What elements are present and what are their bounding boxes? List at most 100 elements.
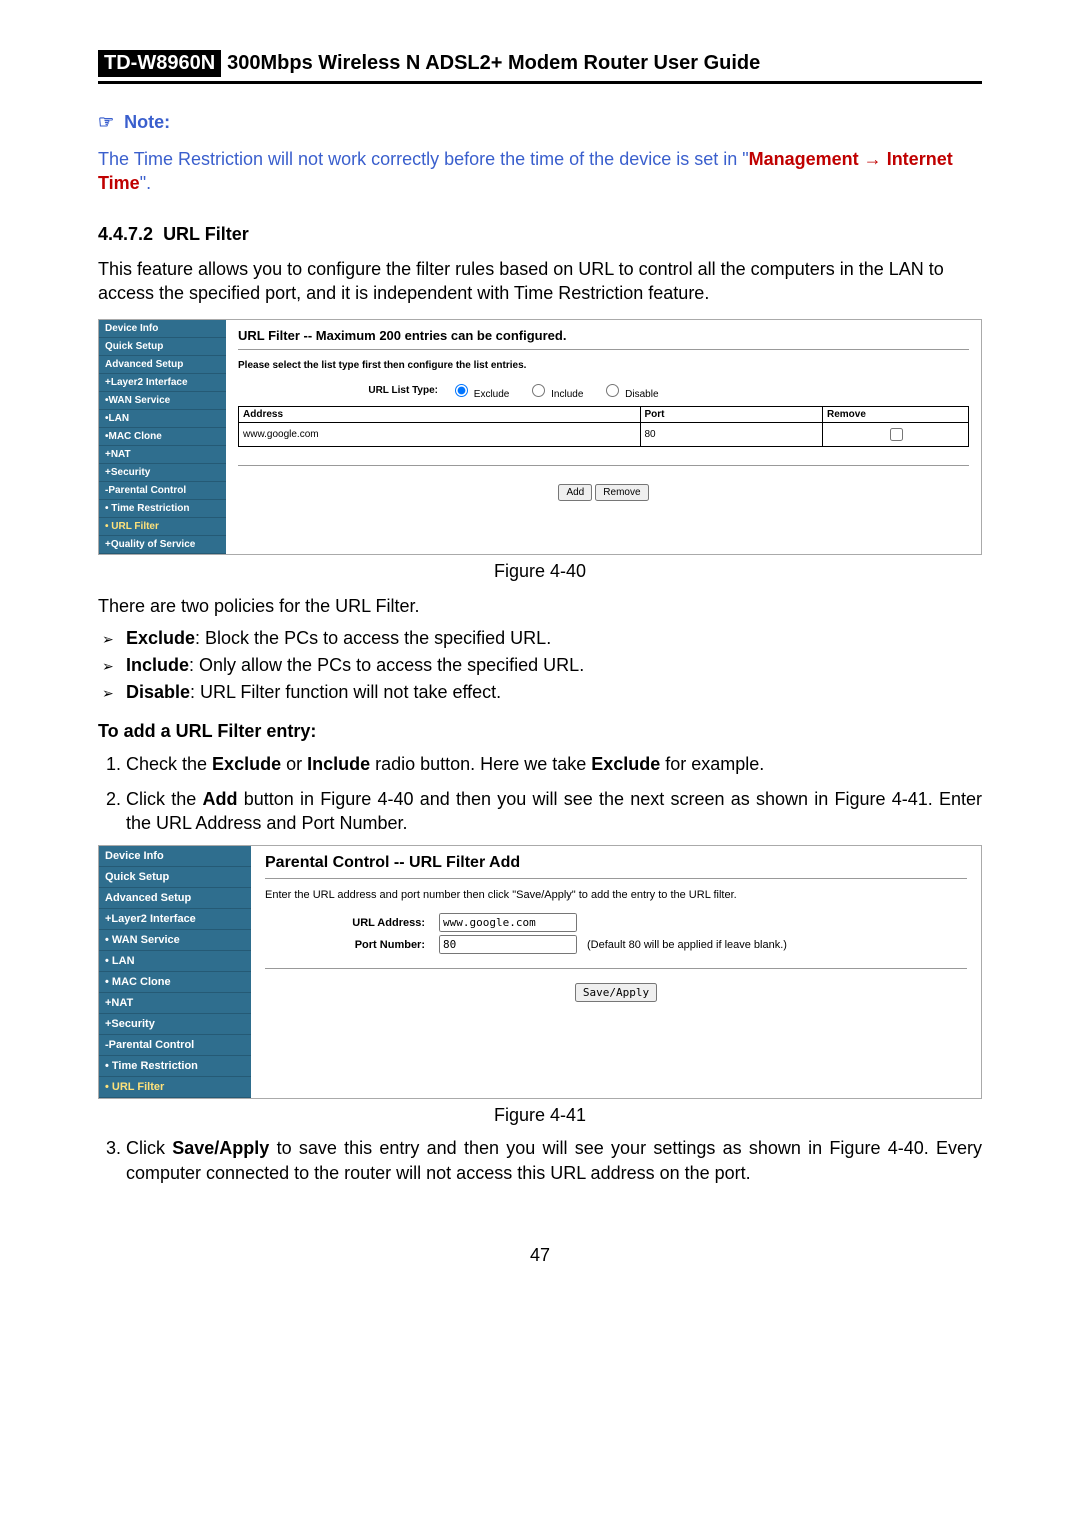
policy-desc: : URL Filter function will not take effe… xyxy=(190,682,501,702)
page: TD-W8960N 300Mbps Wireless N ADSL2+ Mode… xyxy=(0,0,1080,1326)
url-filter-table: Address Port Remove www.google.com 80 xyxy=(238,406,969,447)
t: or xyxy=(281,754,307,774)
note-prefix: The Time Restriction will not work corre… xyxy=(98,149,749,169)
port-number-input[interactable] xyxy=(439,935,577,954)
cell-port: 80 xyxy=(640,423,823,447)
sidebar-item[interactable]: +Security xyxy=(99,464,226,482)
policies-intro: There are two policies for the URL Filte… xyxy=(98,594,982,618)
sidebar-item[interactable]: Advanced Setup xyxy=(99,888,251,909)
row-remove-checkbox[interactable] xyxy=(890,428,903,441)
sidebar-item[interactable]: Device Info xyxy=(99,846,251,867)
divider xyxy=(238,349,969,350)
list-type-label: URL List Type: xyxy=(238,385,450,396)
steps-list-cont: Click Save/Apply to save this entry and … xyxy=(98,1136,982,1185)
save-apply-button[interactable]: Save/Apply xyxy=(575,983,657,1002)
note-text: The Time Restriction will not work corre… xyxy=(98,147,982,196)
t: Add xyxy=(202,789,237,809)
col-port: Port xyxy=(640,407,823,423)
sidebar-item[interactable]: Quick Setup xyxy=(99,867,251,888)
panel-title: URL Filter -- Maximum 200 entries can be… xyxy=(238,328,969,343)
sidebar-item[interactable]: • WAN Service xyxy=(99,930,251,951)
panel-instruction: Please select the list type first then c… xyxy=(238,360,969,371)
list-item: Exclude: Block the PCs to access the spe… xyxy=(126,628,982,649)
sidebar-item[interactable]: +NAT xyxy=(99,993,251,1014)
sidebar-item[interactable]: •LAN xyxy=(99,410,226,428)
panel-title: Parental Control -- URL Filter Add xyxy=(265,854,967,872)
note-label: Note: xyxy=(124,112,170,132)
t: button in Figure 4-40 and then you will … xyxy=(126,789,982,833)
router-sidebar: Device Info Quick Setup Advanced Setup +… xyxy=(99,846,251,1098)
sidebar-item[interactable]: •WAN Service xyxy=(99,392,226,410)
model-badge: TD-W8960N xyxy=(98,50,221,77)
button-row: Add Remove xyxy=(238,484,969,501)
note-heading: ☞ Note: xyxy=(98,112,982,133)
add-button[interactable]: Add xyxy=(558,484,592,501)
port-hint: (Default 80 will be applied if leave bla… xyxy=(587,939,787,951)
sidebar-item[interactable]: +NAT xyxy=(99,446,226,464)
policies-list: Exclude: Block the PCs to access the spe… xyxy=(98,628,982,703)
sidebar-item[interactable]: • MAC Clone xyxy=(99,972,251,993)
radio-exclude-input[interactable] xyxy=(455,384,468,397)
section-heading: 4.4.7.2 URL Filter xyxy=(98,224,982,245)
t: for example. xyxy=(660,754,764,774)
divider xyxy=(265,878,967,879)
step-1: Check the Exclude or Include radio butto… xyxy=(126,752,982,776)
sidebar-item-url-filter[interactable]: • URL Filter xyxy=(99,1077,251,1098)
radio-include-input[interactable] xyxy=(532,384,545,397)
sidebar-item[interactable]: • Time Restriction xyxy=(99,500,226,518)
sidebar-item[interactable]: +Security xyxy=(99,1014,251,1035)
intro-text: This feature allows you to configure the… xyxy=(98,257,982,306)
radio-disable-input[interactable] xyxy=(606,384,619,397)
sidebar-item[interactable]: -Parental Control xyxy=(99,1035,251,1056)
sidebar-item[interactable]: • Time Restriction xyxy=(99,1056,251,1077)
router-main-panel: Parental Control -- URL Filter Add Enter… xyxy=(251,846,981,1098)
cell-address: www.google.com xyxy=(239,423,641,447)
port-number-label: Port Number: xyxy=(265,939,439,951)
sidebar-item[interactable]: Device Info xyxy=(99,320,226,338)
sidebar-item[interactable]: •MAC Clone xyxy=(99,428,226,446)
sidebar-item[interactable]: Advanced Setup xyxy=(99,356,226,374)
port-number-row: Port Number: (Default 80 will be applied… xyxy=(265,935,967,954)
page-number: 47 xyxy=(98,1245,982,1266)
figure-4-40: Device Info Quick Setup Advanced Setup +… xyxy=(98,319,982,555)
router-sidebar: Device Info Quick Setup Advanced Setup +… xyxy=(99,320,226,554)
panel-instruction: Enter the URL address and port number th… xyxy=(265,889,967,901)
divider xyxy=(238,465,969,466)
t: Exclude xyxy=(212,754,281,774)
step-3: Click Save/Apply to save this entry and … xyxy=(126,1136,982,1185)
sidebar-item[interactable]: -Parental Control xyxy=(99,482,226,500)
t: Exclude xyxy=(591,754,660,774)
t: Include xyxy=(307,754,370,774)
radio-label: Disable xyxy=(625,389,658,400)
sidebar-item[interactable]: +Layer2 Interface xyxy=(99,374,226,392)
list-type-row: URL List Type: Exclude Include Disable xyxy=(238,381,969,400)
sidebar-item[interactable]: Quick Setup xyxy=(99,338,226,356)
sidebar-item[interactable]: • LAN xyxy=(99,951,251,972)
radio-disable[interactable]: Disable xyxy=(601,381,658,400)
sidebar-item[interactable]: +Quality of Service xyxy=(99,536,226,554)
sidebar-item[interactable]: +Layer2 Interface xyxy=(99,909,251,930)
t: Check the xyxy=(126,754,212,774)
section-title: URL Filter xyxy=(163,224,249,244)
col-address: Address xyxy=(239,407,641,423)
doc-title: 300Mbps Wireless N ADSL2+ Modem Router U… xyxy=(227,52,760,75)
section-number: 4.4.7.2 xyxy=(98,224,153,244)
table-header-row: Address Port Remove xyxy=(239,407,969,423)
t: Click xyxy=(126,1138,172,1158)
router-main-panel: URL Filter -- Maximum 200 entries can be… xyxy=(226,320,981,554)
radio-include[interactable]: Include xyxy=(527,381,583,400)
save-row: Save/Apply xyxy=(265,983,967,1002)
sidebar-item-url-filter[interactable]: • URL Filter xyxy=(99,518,226,536)
policy-name: Include xyxy=(126,655,189,675)
policy-desc: : Only allow the PCs to access the speci… xyxy=(189,655,584,675)
step-2: Click the Add button in Figure 4-40 and … xyxy=(126,787,982,836)
radio-label: Include xyxy=(551,389,583,400)
policy-desc: : Block the PCs to access the specified … xyxy=(195,628,551,648)
radio-exclude[interactable]: Exclude xyxy=(450,381,509,400)
radio-label: Exclude xyxy=(474,389,510,400)
list-item: Disable: URL Filter function will not ta… xyxy=(126,682,982,703)
url-address-input[interactable] xyxy=(439,913,577,932)
remove-button[interactable]: Remove xyxy=(595,484,648,501)
t: Save/Apply xyxy=(172,1138,269,1158)
steps-list: Check the Exclude or Include radio butto… xyxy=(98,752,982,835)
